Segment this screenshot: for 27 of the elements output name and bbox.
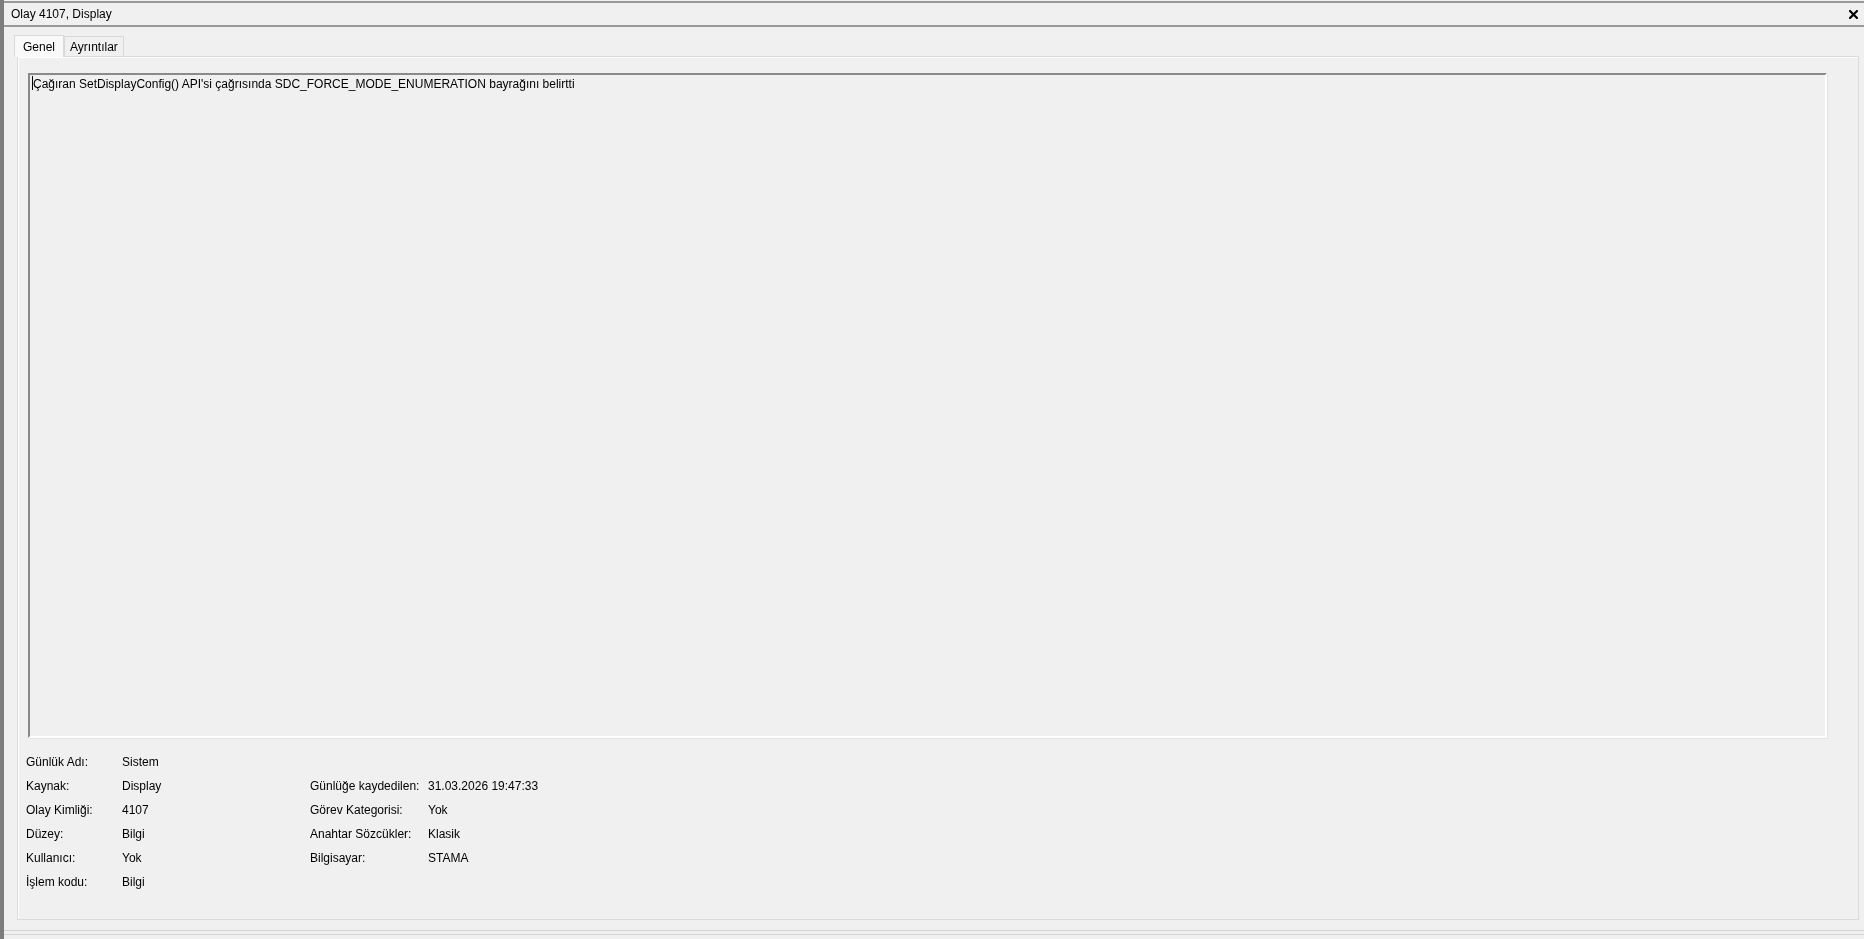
field-value: Klasik — [428, 827, 460, 841]
field-value: Bilgi — [122, 875, 145, 889]
tab[interactable]: Genel — [14, 35, 65, 57]
field-value: Bilgi — [122, 827, 145, 841]
close-button[interactable] — [1847, 8, 1859, 20]
field-label: Olay Kimliği: — [26, 803, 93, 817]
field-label: Bilgisayar: — [310, 851, 366, 865]
description-field[interactable]: Çağıran SetDisplayConfig() API'si çağrısında SDC_FORCE_MODE_ENUMERATION bayrağını belirtti — [28, 73, 1827, 738]
field-label: Kaynak: — [26, 779, 70, 793]
tab[interactable]: Ayrıntılar — [64, 36, 124, 56]
field-value: Sistem — [122, 755, 159, 769]
field-label: Düzey: — [26, 827, 64, 841]
field-label: Günlük Adı: — [26, 755, 89, 769]
field-value: STAMA — [428, 851, 469, 865]
field-value: 31.03.2026 19:47:33 — [428, 779, 539, 793]
field-value: Display — [122, 779, 162, 793]
field-label: İşlem kodu: — [26, 875, 88, 889]
text-cursor — [32, 76, 33, 90]
close-icon — [1848, 9, 1858, 19]
field-label: Görev Kategorisi: — [310, 803, 403, 817]
field-label: Anahtar Sözcükler: — [310, 827, 412, 841]
field-label: Kullanıcı: — [26, 851, 76, 865]
field-label: Günlüğe kaydedilen: — [310, 779, 420, 793]
field-value: 4107 — [122, 803, 149, 817]
field-value: Yok — [428, 803, 448, 817]
window-title: Olay 4107, Display — [11, 7, 112, 21]
field-value: Yok — [122, 851, 142, 865]
